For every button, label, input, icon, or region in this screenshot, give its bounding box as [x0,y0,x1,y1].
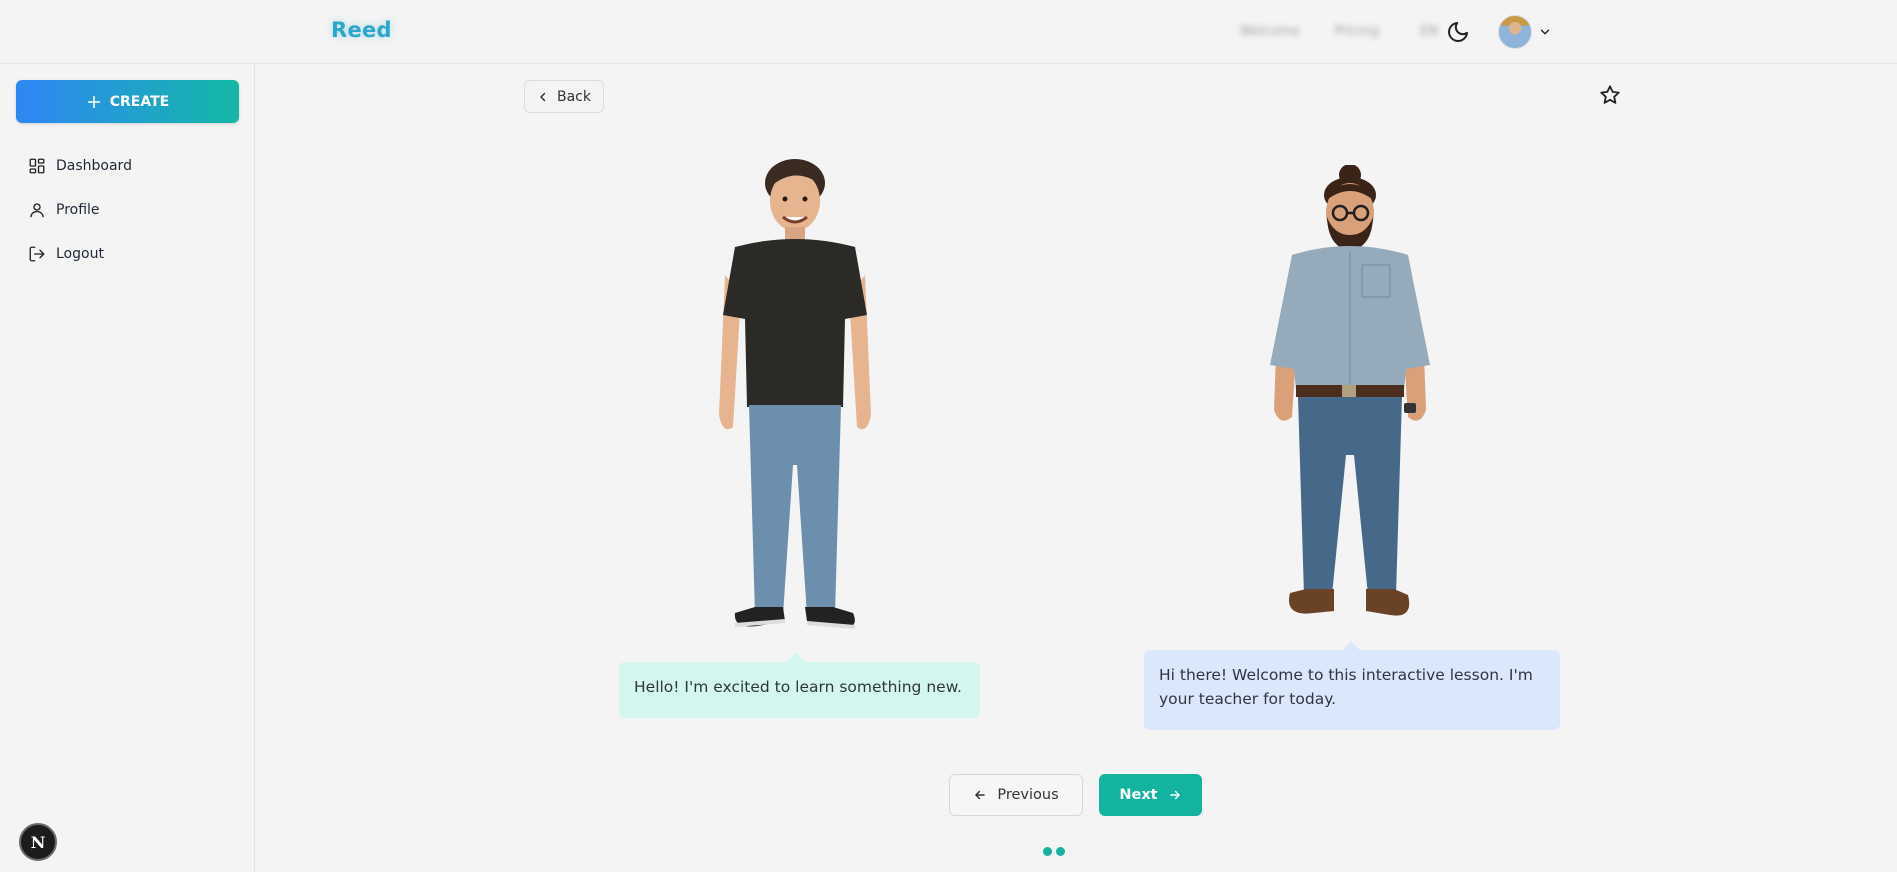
create-button[interactable]: CREATE [16,80,239,123]
user-icon [30,203,44,218]
moon-icon [1448,22,1468,42]
previous-label: Previous [997,787,1059,803]
student-message: Hello! I'm excited to learn something ne… [634,678,962,696]
chevron-left-icon [540,92,546,101]
plus-icon [87,95,100,108]
teacher-character-illustration [1270,165,1430,616]
page-indicator [1043,847,1065,856]
sidebar-item-dashboard[interactable]: Dashboard [28,154,132,178]
back-label: Back [557,88,591,105]
logout-icon [29,246,45,262]
user-menu[interactable] [1498,14,1552,50]
nav-link-blurred[interactable]: Welcome [1240,24,1299,39]
student-speech-bubble: Hello! I'm excited to learn something ne… [619,653,980,718]
page-dot[interactable] [1056,847,1065,856]
brand-logo[interactable]: Reed [331,18,392,42]
chevron-down-icon [1540,29,1550,35]
nav-link-blurred[interactable]: Pricing [1335,24,1379,39]
create-label: CREATE [109,93,170,110]
back-button[interactable]: Back [524,80,604,113]
arrow-right-icon [1169,790,1180,800]
star-icon [1600,85,1620,104]
next-button[interactable]: Next [1099,774,1202,816]
top-header: Reed Welcome Pricing EN [0,0,1897,64]
avatar [1498,15,1532,49]
previous-button[interactable]: Previous [949,774,1083,816]
student-character-illustration [719,159,871,629]
next-label: Next [1119,787,1158,803]
dashboard-icon [29,158,45,174]
sidebar-item-logout[interactable]: Logout [28,242,104,266]
sidebar-item-label: Profile [56,202,100,218]
page-dot[interactable] [1043,847,1052,856]
favorite-button[interactable] [1599,84,1621,106]
framework-badge[interactable]: N [19,823,57,861]
sidebar: CREATE Dashboard Profile Logout [0,64,255,872]
teacher-message: Hi there! Welcome to this interactive le… [1159,666,1533,708]
language-selector-blurred[interactable]: EN [1420,24,1438,39]
dark-mode-toggle[interactable] [1446,20,1470,44]
sidebar-item-label: Dashboard [56,158,132,174]
arrow-left-icon [975,790,986,800]
teacher-speech-bubble: Hi there! Welcome to this interactive le… [1144,641,1560,730]
sidebar-item-label: Logout [56,246,104,262]
sidebar-item-profile[interactable]: Profile [28,198,100,222]
